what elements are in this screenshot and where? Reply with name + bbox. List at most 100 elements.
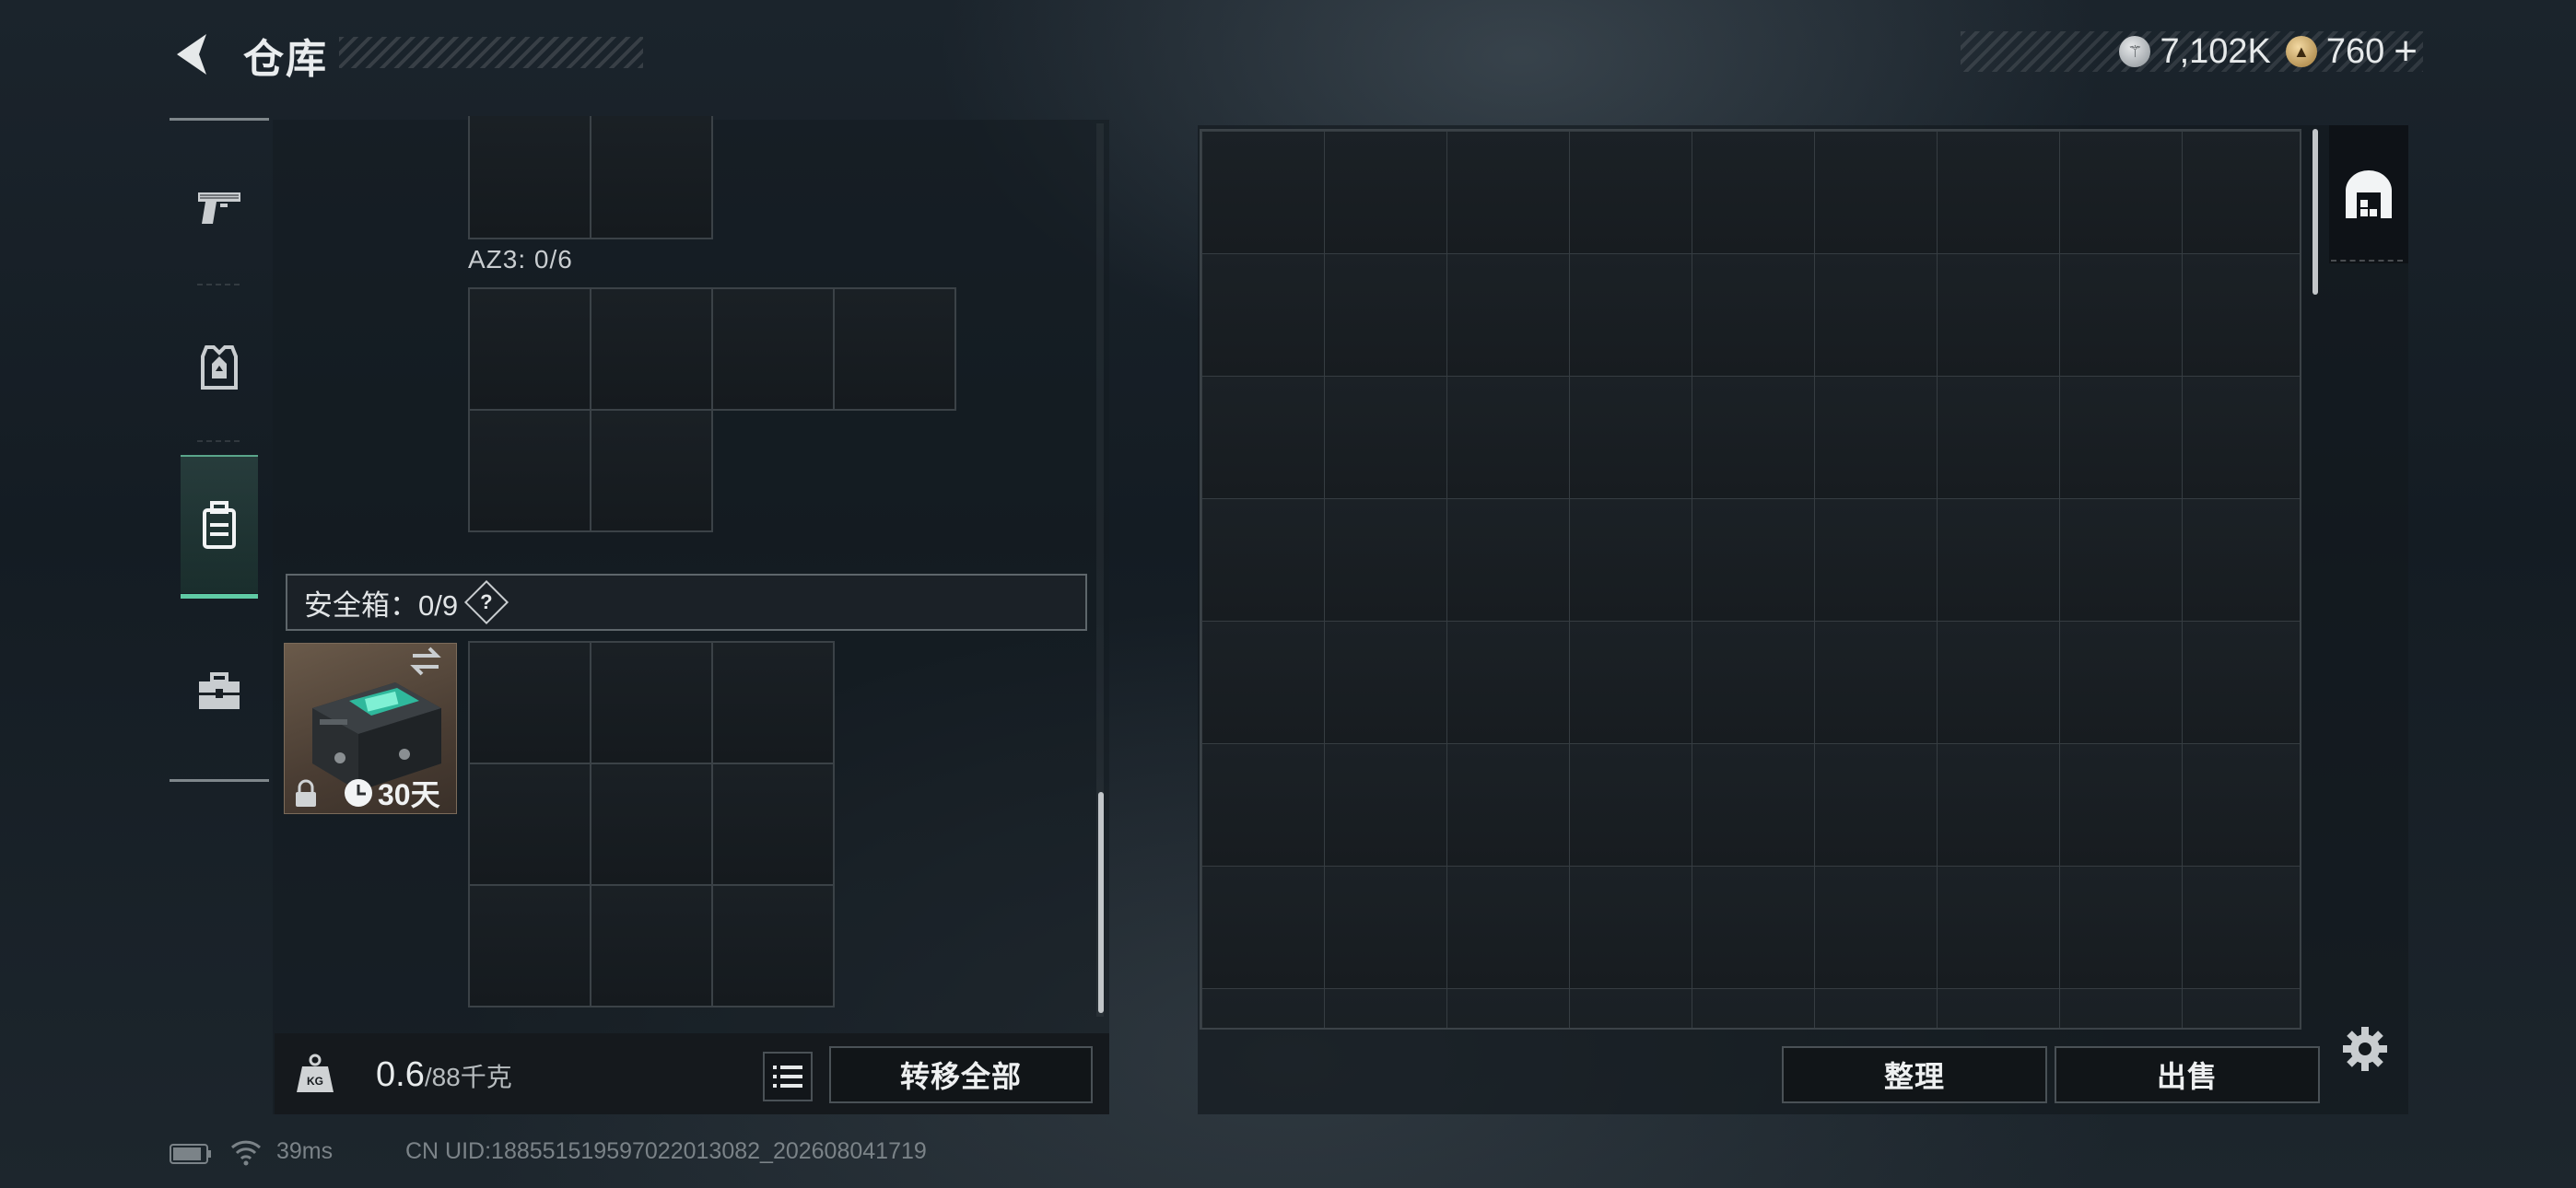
- sell-button[interactable]: 出售: [2055, 1046, 2320, 1103]
- storage-grid-cell[interactable]: [1569, 621, 1692, 744]
- swap-icon[interactable]: [407, 645, 444, 678]
- add-currency-button[interactable]: +: [2394, 29, 2418, 75]
- storage-grid-cell[interactable]: [2059, 988, 2183, 1028]
- storage-grid-cell[interactable]: [2059, 743, 2183, 867]
- storage-grid-cell[interactable]: [1324, 376, 1447, 499]
- storage-grid-cell[interactable]: [1814, 253, 1938, 377]
- storage-grid-cell[interactable]: [1569, 376, 1692, 499]
- grid-cell[interactable]: [468, 641, 591, 764]
- grid-cell[interactable]: [590, 287, 713, 411]
- storage-grid-cell[interactable]: [1324, 253, 1447, 377]
- storage-grid-cell[interactable]: [1201, 743, 1325, 867]
- storage-grid-cell[interactable]: [1692, 621, 1815, 744]
- list-view-button[interactable]: [763, 1052, 813, 1101]
- sidebar-item-toolbox[interactable]: [181, 623, 258, 761]
- storage-grid-cell[interactable]: [1692, 131, 1815, 254]
- grid-cell[interactable]: [590, 116, 713, 239]
- grid-cell[interactable]: [711, 641, 835, 764]
- storage-grid-cell[interactable]: [2182, 131, 2300, 254]
- storage-grid-cell[interactable]: [2059, 866, 2183, 989]
- storage-grid-cell[interactable]: [1937, 498, 2060, 622]
- storage-grid-cell[interactable]: [1814, 131, 1938, 254]
- storage-grid-cell[interactable]: [1814, 988, 1938, 1028]
- grid-cell[interactable]: [590, 884, 713, 1007]
- storage-grid-cell[interactable]: [2182, 866, 2300, 989]
- storage-grid-cell[interactable]: [1937, 621, 2060, 744]
- storage-grid-cell[interactable]: [1446, 866, 1570, 989]
- storage-grid-cell[interactable]: [1446, 376, 1570, 499]
- storage-grid-cell[interactable]: [1814, 743, 1938, 867]
- storage-grid-cell[interactable]: [1814, 498, 1938, 622]
- storage-grid-cell[interactable]: [2182, 988, 2300, 1028]
- storage-grid-cell[interactable]: [1569, 253, 1692, 377]
- storage-grid-cell[interactable]: [1324, 743, 1447, 867]
- storage-grid-cell[interactable]: [2182, 621, 2300, 744]
- storage-grid-cell[interactable]: [1324, 498, 1447, 622]
- grid-cell[interactable]: [468, 884, 591, 1007]
- storage-grid-cell[interactable]: [1692, 376, 1815, 499]
- storage-grid-cell[interactable]: [2059, 131, 2183, 254]
- storage-grid-cell[interactable]: [1937, 988, 2060, 1028]
- storage-grid-cell[interactable]: [1569, 131, 1692, 254]
- storage-grid-cell[interactable]: [1201, 621, 1325, 744]
- storage-grid-cell[interactable]: [1201, 498, 1325, 622]
- storage-grid-cell[interactable]: [1201, 131, 1325, 254]
- storage-grid-cell[interactable]: [1201, 376, 1325, 499]
- storage-grid-cell[interactable]: [1324, 988, 1447, 1028]
- grid-cell[interactable]: [711, 763, 835, 886]
- silver-currency[interactable]: ⚚ 7,102K: [2119, 32, 2271, 72]
- storage-grid-cell[interactable]: [1446, 131, 1570, 254]
- storage-grid-cell[interactable]: [1446, 498, 1570, 622]
- storage-grid-cell[interactable]: [1201, 866, 1325, 989]
- storage-grid-cell[interactable]: [1201, 988, 1325, 1028]
- storage-grid-cell[interactable]: [1814, 866, 1938, 989]
- storage-grid-cell[interactable]: [1569, 988, 1692, 1028]
- storage-grid-cell[interactable]: [1201, 253, 1325, 377]
- grid-cell[interactable]: [590, 641, 713, 764]
- storage-grid-cell[interactable]: [1937, 743, 2060, 867]
- storage-grid-cell[interactable]: [2059, 253, 2183, 377]
- right-scrollbar-thumb[interactable]: [2313, 129, 2318, 295]
- grid-cell[interactable]: [590, 763, 713, 886]
- grid-cell[interactable]: [468, 287, 591, 411]
- grid-cell[interactable]: [590, 409, 713, 532]
- storage-grid-cell[interactable]: [1446, 621, 1570, 744]
- storage-grid-cell[interactable]: [2059, 376, 2183, 499]
- sidebar-item-weapons[interactable]: [181, 138, 258, 276]
- storage-grid-cell[interactable]: [2182, 253, 2300, 377]
- storage-grid-cell[interactable]: [2182, 376, 2300, 499]
- sidebar-item-backpack[interactable]: [181, 455, 258, 599]
- storage-grid-cell[interactable]: [2059, 621, 2183, 744]
- storage-grid-cell[interactable]: [1569, 498, 1692, 622]
- help-icon[interactable]: ?: [464, 579, 509, 625]
- storage-grid-cell[interactable]: [1569, 743, 1692, 867]
- grid-cell[interactable]: [711, 287, 835, 411]
- storage-grid-cell[interactable]: [1937, 376, 2060, 499]
- back-button[interactable]: [168, 28, 219, 81]
- left-scrollbar-thumb[interactable]: [1098, 792, 1104, 1013]
- storage-grid-cell[interactable]: [1324, 866, 1447, 989]
- sort-button[interactable]: 整理: [1782, 1046, 2047, 1103]
- storage-grid-cell[interactable]: [1324, 131, 1447, 254]
- storage-grid-cell[interactable]: [1937, 253, 2060, 377]
- storage-grid-cell[interactable]: [2182, 743, 2300, 867]
- storage-grid-cell[interactable]: [1692, 498, 1815, 622]
- grid-cell[interactable]: [468, 763, 591, 886]
- grid-cell[interactable]: [711, 884, 835, 1007]
- storage-tab[interactable]: [2329, 125, 2408, 263]
- storage-grid-cell[interactable]: [1324, 621, 1447, 744]
- storage-grid-cell[interactable]: [1569, 866, 1692, 989]
- grid-cell[interactable]: [468, 409, 591, 532]
- storage-grid-cell[interactable]: [1692, 743, 1815, 867]
- storage-grid-cell[interactable]: [1446, 743, 1570, 867]
- storage-grid-cell[interactable]: [1692, 866, 1815, 989]
- grid-cell[interactable]: [833, 287, 956, 411]
- storage-grid-cell[interactable]: [1814, 376, 1938, 499]
- storage-grid-cell[interactable]: [1814, 621, 1938, 744]
- sidebar-item-armor[interactable]: [181, 298, 258, 437]
- storage-grid-cell[interactable]: [2059, 498, 2183, 622]
- storage-grid-cell[interactable]: [1446, 253, 1570, 377]
- gear-icon[interactable]: [2340, 1024, 2390, 1074]
- storage-grid-cell[interactable]: [1692, 988, 1815, 1028]
- transfer-all-button[interactable]: 转移全部: [829, 1046, 1093, 1103]
